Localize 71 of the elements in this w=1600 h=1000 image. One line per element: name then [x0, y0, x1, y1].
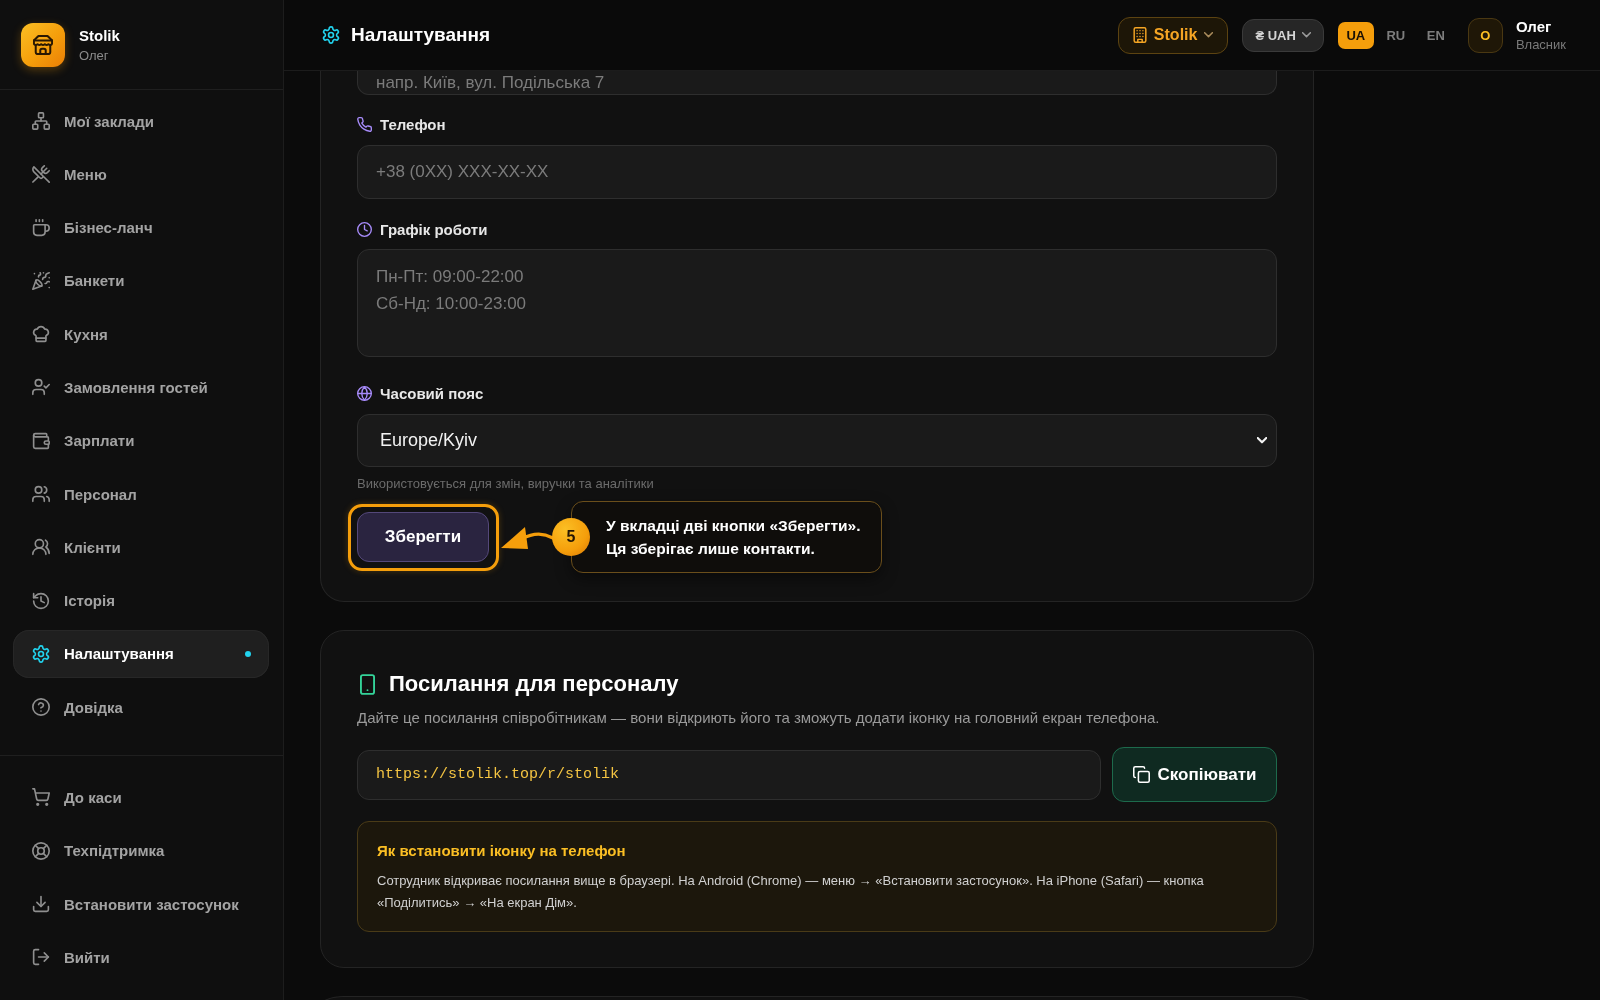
user-check-icon — [32, 378, 50, 397]
sidebar-item[interactable]: Клієнти — [13, 523, 269, 572]
chevron-down-icon — [1301, 32, 1311, 38]
users-icon — [32, 538, 50, 557]
link-field[interactable]: https://stolik.top/r/stolik — [357, 749, 1101, 800]
field-label: Телефон — [380, 115, 446, 133]
sidebar-item[interactable]: Бізнес-ланч — [13, 203, 269, 252]
section-description: Дайте це посилання співробітникам — вони відкриють його та зможуть додати іконку на головний екран телефона. — [357, 708, 1161, 728]
brand-name: Stolik — [79, 25, 120, 45]
copy-button[interactable]: Скопіювати — [1112, 747, 1277, 802]
hours-field[interactable]: Пн-Пт: 09:00-22:00 Сб-Нд: 10:00-23:00 — [357, 249, 1277, 357]
info-text: Сотрудник відкриває посилання вище в браузері. На Android (Chrome) — меню → «Встановити застосунок». На iPhone (Safari) — кнопка «Поділитись» → «На екран Дім». — [377, 872, 1205, 912]
address-field[interactable]: напр. Київ, вул. Подільська 7 — [357, 71, 1277, 95]
user-role: Власник — [1515, 36, 1566, 53]
chevron-down-icon — [1257, 437, 1267, 444]
step-badge: 5 — [552, 518, 590, 556]
currency-dropdown[interactable]: ₴ UAH — [1242, 18, 1324, 52]
language-button[interactable]: EN — [1417, 21, 1454, 49]
sidebar-item[interactable]: Техпідтримка — [13, 826, 269, 875]
history-icon — [32, 591, 50, 610]
sidebar-item[interactable]: Персонал — [13, 470, 269, 519]
phone-icon — [357, 116, 372, 132]
save-button[interactable]: Зберегти — [357, 511, 489, 562]
sidebar-item[interactable]: Замовлення гостей — [13, 363, 269, 412]
sidebar-item[interactable]: Банкети — [13, 256, 269, 305]
field-label: Графік роботи — [380, 220, 488, 238]
sidebar-item[interactable]: Зарплати — [13, 416, 269, 465]
language-button[interactable]: UA — [1337, 21, 1374, 49]
users-icon — [32, 485, 50, 504]
cart-icon — [32, 788, 50, 807]
page-title: Налаштування — [351, 24, 491, 46]
sidebar-item[interactable]: Меню — [13, 150, 269, 199]
store-icon — [21, 22, 65, 67]
crossed-utensils-icon — [32, 165, 50, 184]
brand-user: Олег — [79, 46, 110, 64]
building-icon — [1132, 27, 1147, 43]
user-avatar[interactable]: О — [1467, 17, 1503, 53]
coffee-cup-icon — [32, 218, 50, 237]
field-hint: Використовується для змін, виручки та аналітики — [357, 476, 655, 492]
clock-icon — [357, 221, 372, 237]
sidebar-item[interactable]: До каси — [13, 773, 269, 822]
language-button[interactable]: RU — [1377, 21, 1414, 49]
user-name: Олег — [1515, 17, 1553, 36]
field-label: Часовий пояс — [380, 384, 484, 402]
active-dot-icon — [245, 650, 251, 657]
copy-icon — [1132, 766, 1150, 783]
section-title: Посилання для персоналу — [389, 670, 679, 698]
chef-hat-icon — [32, 325, 50, 344]
sidebar-item[interactable]: Мої заклади — [13, 97, 269, 145]
party-popper-icon — [32, 271, 50, 290]
sidebar-item[interactable]: Вийти — [13, 933, 269, 982]
sidebar-item[interactable]: Історія — [13, 576, 269, 625]
venue-dropdown[interactable]: Stolik — [1117, 16, 1229, 54]
lifebuoy-icon — [32, 841, 50, 860]
sidebar-item[interactable]: Встановити застосунок — [13, 880, 269, 929]
help-icon — [32, 698, 50, 717]
info-title: Як встановити іконку на телефон — [377, 841, 627, 861]
sidebar-item[interactable]: Кухня — [13, 310, 269, 359]
sidebar-item[interactable]: Довідка — [13, 683, 269, 732]
settings-icon — [322, 26, 340, 44]
logout-icon — [32, 948, 50, 967]
download-icon — [32, 895, 50, 914]
globe-icon — [357, 385, 372, 401]
chevron-down-icon — [1204, 32, 1214, 38]
timezone-select[interactable]: Europe/Kyiv — [357, 414, 1277, 467]
settings-icon — [32, 644, 50, 663]
phone-field[interactable]: +38 (0XX) XXX-XX-XX — [357, 145, 1277, 199]
smartphone-icon — [360, 673, 375, 695]
sidebar-item[interactable]: Налаштування — [13, 629, 269, 678]
network-icon — [32, 112, 50, 130]
wallet-icon — [32, 431, 50, 450]
